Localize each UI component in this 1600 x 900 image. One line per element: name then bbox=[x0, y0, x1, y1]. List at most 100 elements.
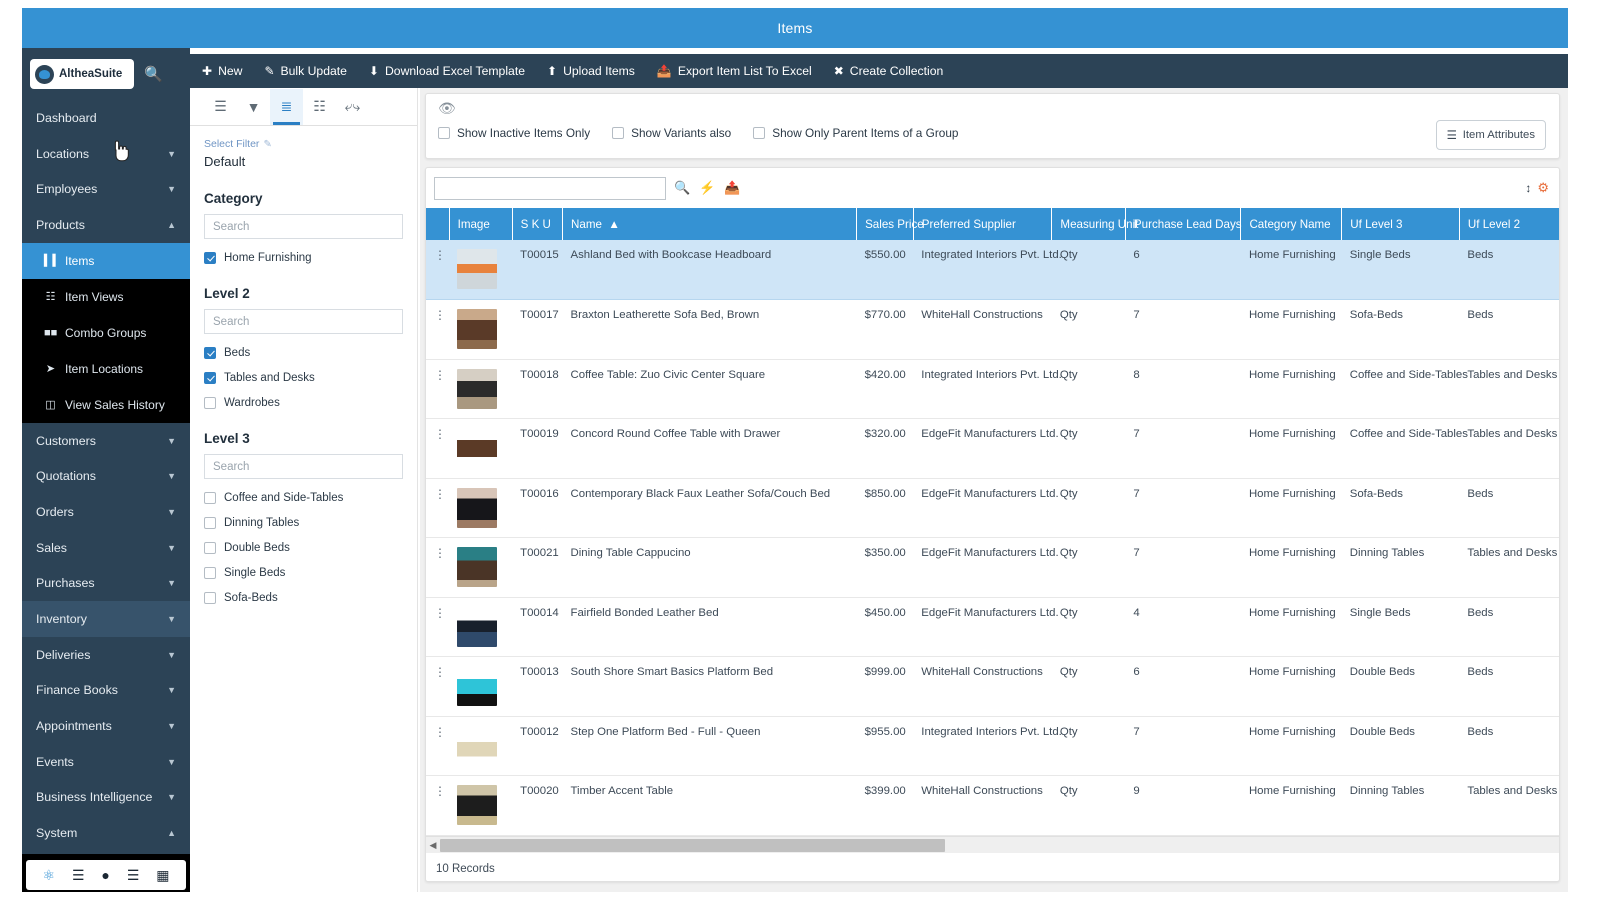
checkbox-icon[interactable] bbox=[204, 372, 216, 384]
sidebar-item-orders[interactable]: Orders ▼ bbox=[22, 494, 190, 530]
col-header-measuring-unit[interactable]: Measuring Unit bbox=[1051, 208, 1138, 240]
kebab-menu-icon[interactable]: ⋮ bbox=[434, 784, 446, 798]
cell-name[interactable]: Coffee Table: Zuo Civic Center Square bbox=[562, 359, 857, 419]
checkbox-icon[interactable] bbox=[204, 347, 216, 359]
row-menu-cell[interactable]: ⋮ bbox=[426, 716, 450, 776]
upload-items-button[interactable]: ⬆ Upload Items bbox=[547, 64, 635, 78]
filter-option-beds[interactable]: Beds bbox=[204, 347, 403, 359]
table-row[interactable]: ⋮ T00013 South Shore Smart Basics Platform… bbox=[426, 656, 1559, 717]
sidebar-item-item-views[interactable]: ☷ Item Views bbox=[22, 279, 190, 315]
col-header-uf-level-3[interactable]: Uf Level 3 bbox=[1341, 208, 1460, 240]
sidebar-item-view-sales-history[interactable]: ◫ View Sales History bbox=[22, 387, 190, 423]
filter-option-sofa-beds[interactable]: Sofa-Beds bbox=[204, 592, 403, 604]
col-header-name[interactable]: Name ▲ bbox=[562, 208, 858, 240]
show-variants-also-option[interactable]: Show Variants also bbox=[612, 126, 731, 140]
list-icon[interactable]: ☰ bbox=[127, 867, 140, 884]
kebab-menu-icon[interactable]: ⋮ bbox=[434, 546, 446, 560]
checkbox-icon[interactable] bbox=[204, 542, 216, 554]
cell-name[interactable]: Fairfield Bonded Leather Bed bbox=[562, 597, 857, 657]
search-icon[interactable]: 🔍 bbox=[144, 65, 163, 83]
menu-icon[interactable]: ☰ bbox=[72, 867, 85, 884]
checkbox-icon[interactable] bbox=[204, 397, 216, 409]
sidebar-item-locations[interactable]: Locations ▼ bbox=[22, 136, 190, 172]
pencil-icon[interactable]: ✎ bbox=[263, 139, 271, 150]
grid-icon[interactable]: ▦ bbox=[156, 867, 169, 884]
row-menu-cell[interactable]: ⋮ bbox=[426, 775, 450, 836]
checkbox-icon[interactable] bbox=[204, 492, 216, 504]
bulk-update-button[interactable]: ✎ Bulk Update bbox=[264, 64, 346, 78]
tab-filter-view[interactable]: ▼ bbox=[237, 89, 270, 125]
sidebar-item-finance-books[interactable]: Finance Books ▼ bbox=[22, 673, 190, 709]
tab-ordered-list-view[interactable]: ≣ bbox=[270, 88, 303, 125]
table-row[interactable]: ⋮ T00020 Timber Accent Table $399.00 WhiteHa… bbox=[426, 775, 1559, 836]
filter-option-tables-and-desks[interactable]: Tables and Desks bbox=[204, 372, 403, 384]
col-header-image[interactable]: Image bbox=[449, 208, 513, 240]
select-filter-link[interactable]: Select Filter ✎ bbox=[204, 138, 403, 150]
checkbox-icon[interactable] bbox=[612, 127, 625, 139]
sidebar-item-quotations[interactable]: Quotations ▼ bbox=[22, 458, 190, 494]
checkbox-icon[interactable] bbox=[204, 567, 216, 579]
filter-option-home-furnishing[interactable]: Home Furnishing bbox=[204, 252, 403, 264]
new-button[interactable]: ✚ New bbox=[202, 64, 242, 78]
eye-slash-icon[interactable]: 👁 bbox=[438, 100, 456, 116]
sidebar-item-inventory[interactable]: Inventory ▼ bbox=[22, 601, 190, 637]
sidebar-item-purchases[interactable]: Purchases ▼ bbox=[22, 566, 190, 602]
cell-name[interactable]: Dining Table Cappucino bbox=[562, 537, 857, 598]
cell-name[interactable]: Braxton Leatherette Sofa Bed, Brown bbox=[562, 299, 857, 360]
cell-name[interactable]: Ashland Bed with Bookcase Headboard bbox=[562, 240, 857, 300]
gear-icon[interactable]: ⚙ bbox=[1537, 180, 1549, 196]
sidebar-item-customers[interactable]: Customers ▼ bbox=[22, 423, 190, 459]
tab-hierarchy-view[interactable]: ☷ bbox=[303, 89, 336, 125]
filter-option-wardrobes[interactable]: Wardrobes bbox=[204, 397, 403, 409]
sidebar-item-combo-groups[interactable]: ■■ Combo Groups bbox=[22, 315, 190, 351]
table-row[interactable]: ⋮ T00018 Coffee Table: Zuo Civic Center Sq… bbox=[426, 359, 1559, 419]
category-search-input[interactable] bbox=[204, 214, 403, 239]
kebab-menu-icon[interactable]: ⋮ bbox=[434, 665, 446, 679]
row-menu-cell[interactable]: ⋮ bbox=[426, 240, 450, 300]
kebab-menu-icon[interactable]: ⋮ bbox=[434, 368, 446, 382]
col-header-purchase-lead-days[interactable]: Purchase Lead Days bbox=[1125, 208, 1242, 240]
sort-updown-icon[interactable]: ↕ bbox=[1525, 181, 1531, 195]
kebab-menu-icon[interactable]: ⋮ bbox=[434, 427, 446, 441]
sidebar-item-dashboard[interactable]: Dashboard bbox=[22, 100, 190, 136]
cell-name[interactable]: Contemporary Black Faux Leather Sofa/Cou… bbox=[562, 478, 857, 538]
horizontal-scrollbar[interactable]: ◀ bbox=[426, 836, 1559, 853]
sidebar-item-employees[interactable]: Employees ▼ bbox=[22, 171, 190, 207]
filter-option-single-beds[interactable]: Single Beds bbox=[204, 567, 403, 579]
tab-list-view[interactable]: ☰ bbox=[204, 89, 237, 125]
export-icon[interactable]: 📤 bbox=[724, 180, 740, 196]
show-inactive-items-only-option[interactable]: Show Inactive Items Only bbox=[438, 126, 590, 140]
show-only-parent-items-option[interactable]: Show Only Parent Items of a Group bbox=[753, 126, 958, 140]
cell-name[interactable]: Concord Round Coffee Table with Drawer bbox=[562, 418, 857, 479]
checkbox-icon[interactable] bbox=[204, 252, 216, 264]
table-row[interactable]: ⋮ T00015 Ashland Bed with Bookcase Headboa… bbox=[426, 240, 1559, 300]
table-row[interactable]: ⋮ T00017 Braxton Leatherette Sofa Bed, Bro… bbox=[426, 299, 1559, 360]
cell-name[interactable]: Step One Platform Bed - Full - Queen bbox=[562, 716, 857, 776]
scroll-left-arrow-icon[interactable]: ◀ bbox=[426, 840, 440, 851]
sidebar-item-item-locations[interactable]: ➤ Item Locations bbox=[22, 351, 190, 387]
sidebar-item-products[interactable]: Products ▲ bbox=[22, 207, 190, 243]
sidebar-item-business-intelligence[interactable]: Business Intelligence ▼ bbox=[22, 780, 190, 816]
table-row[interactable]: ⋮ T00012 Step One Platform Bed - Full - Qu… bbox=[426, 716, 1559, 776]
row-menu-cell[interactable]: ⋮ bbox=[426, 656, 450, 717]
level-3-search-input[interactable] bbox=[204, 454, 403, 479]
grid-search-input[interactable] bbox=[434, 176, 666, 200]
table-row[interactable]: ⋮ T00014 Fairfield Bonded Leather Bed $450.… bbox=[426, 597, 1559, 657]
filter-option-double-beds[interactable]: Double Beds bbox=[204, 542, 403, 554]
row-menu-cell[interactable]: ⋮ bbox=[426, 597, 450, 657]
col-header-sales-price[interactable]: Sales Price bbox=[856, 208, 924, 240]
sidebar-item-items[interactable]: ▍▍ Items bbox=[22, 242, 190, 279]
checkbox-icon[interactable] bbox=[438, 127, 450, 139]
sidebar-item-events[interactable]: Events ▼ bbox=[22, 744, 190, 780]
table-row[interactable]: ⋮ T00021 Dining Table Cappucino $350.00 Edge… bbox=[426, 537, 1559, 598]
lightning-icon[interactable]: ⚡ bbox=[699, 180, 715, 196]
col-header-category-name[interactable]: Category Name bbox=[1240, 208, 1343, 240]
row-menu-cell[interactable]: ⋮ bbox=[426, 537, 450, 598]
checkbox-icon[interactable] bbox=[753, 127, 766, 139]
row-menu-cell[interactable]: ⋮ bbox=[426, 418, 450, 479]
checkbox-icon[interactable] bbox=[204, 592, 216, 604]
level-2-search-input[interactable] bbox=[204, 309, 403, 334]
account-icon[interactable]: ● bbox=[101, 867, 109, 883]
kebab-menu-icon[interactable]: ⋮ bbox=[434, 487, 446, 501]
kebab-menu-icon[interactable]: ⋮ bbox=[434, 606, 446, 620]
